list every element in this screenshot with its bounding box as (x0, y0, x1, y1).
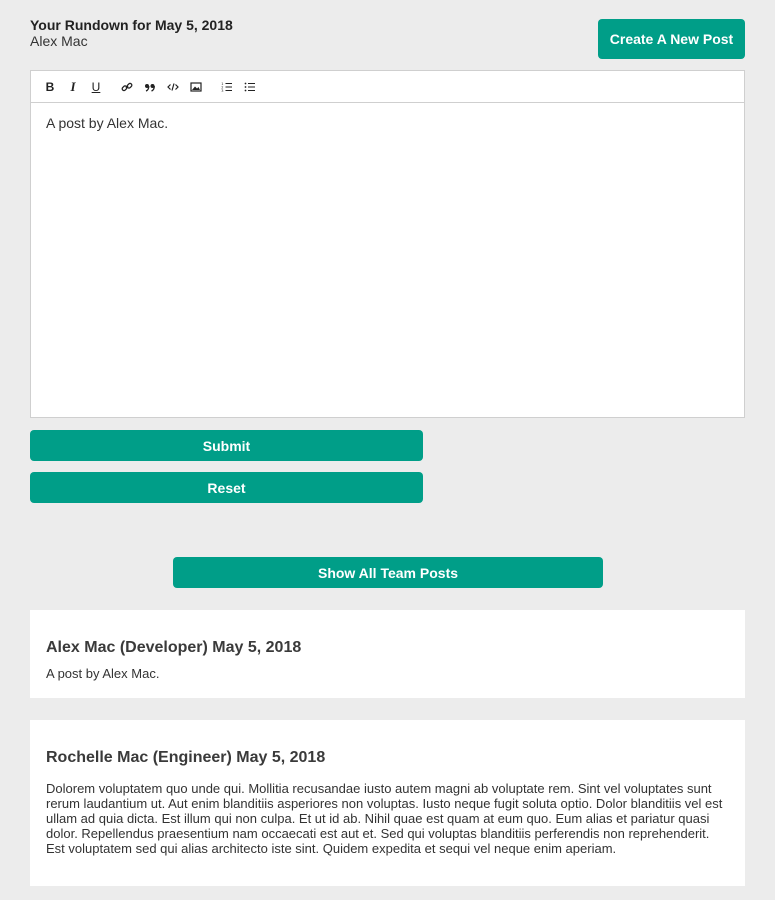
link-button[interactable] (119, 79, 135, 95)
post-body: Dolorem voluptatem quo unde qui. Molliti… (46, 781, 723, 856)
bold-label: B (45, 79, 55, 94)
image-button[interactable] (188, 79, 204, 95)
post-title: Rochelle Mac (Engineer) May 5, 2018 (46, 749, 326, 766)
svg-text:3: 3 (221, 89, 223, 93)
user-name: Alex Mac (30, 33, 88, 49)
post-card: Rochelle Mac (Engineer) May 5, 2018 Dolo… (30, 720, 745, 886)
show-all-posts-button[interactable]: Show All Team Posts (173, 557, 603, 588)
ordered-list-button[interactable]: 123 (219, 79, 235, 95)
submit-button[interactable]: Submit (30, 430, 423, 461)
quote-icon (145, 83, 155, 92)
image-icon (190, 81, 202, 92)
link-icon (121, 82, 133, 91)
post-title: Alex Mac (Developer) May 5, 2018 (46, 639, 302, 656)
italic-button[interactable]: I (65, 79, 81, 95)
post-body: A post by Alex Mac. (46, 666, 160, 681)
code-button[interactable] (165, 79, 181, 95)
create-post-button[interactable]: Create A New Post (598, 19, 745, 59)
code-icon (167, 82, 179, 91)
ordered-list-icon: 123 (221, 82, 232, 93)
page-title: Your Rundown for May 5, 2018 (30, 17, 233, 33)
post-card: Alex Mac (Developer) May 5, 2018 A post … (30, 610, 745, 698)
editor-content[interactable]: A post by Alex Mac. (31, 103, 744, 143)
underline-label: U (91, 79, 101, 94)
bullet-list-button[interactable] (242, 79, 258, 95)
quote-button[interactable] (142, 79, 158, 95)
italic-label: I (70, 78, 76, 94)
bold-button[interactable]: B (42, 79, 58, 95)
rich-text-editor: B I U 123 A post by Alex Mac. (30, 70, 745, 418)
bullet-list-icon (244, 82, 255, 91)
underline-button[interactable]: U (88, 79, 104, 95)
editor-toolbar: B I U 123 (31, 71, 744, 103)
reset-button[interactable]: Reset (30, 472, 423, 503)
